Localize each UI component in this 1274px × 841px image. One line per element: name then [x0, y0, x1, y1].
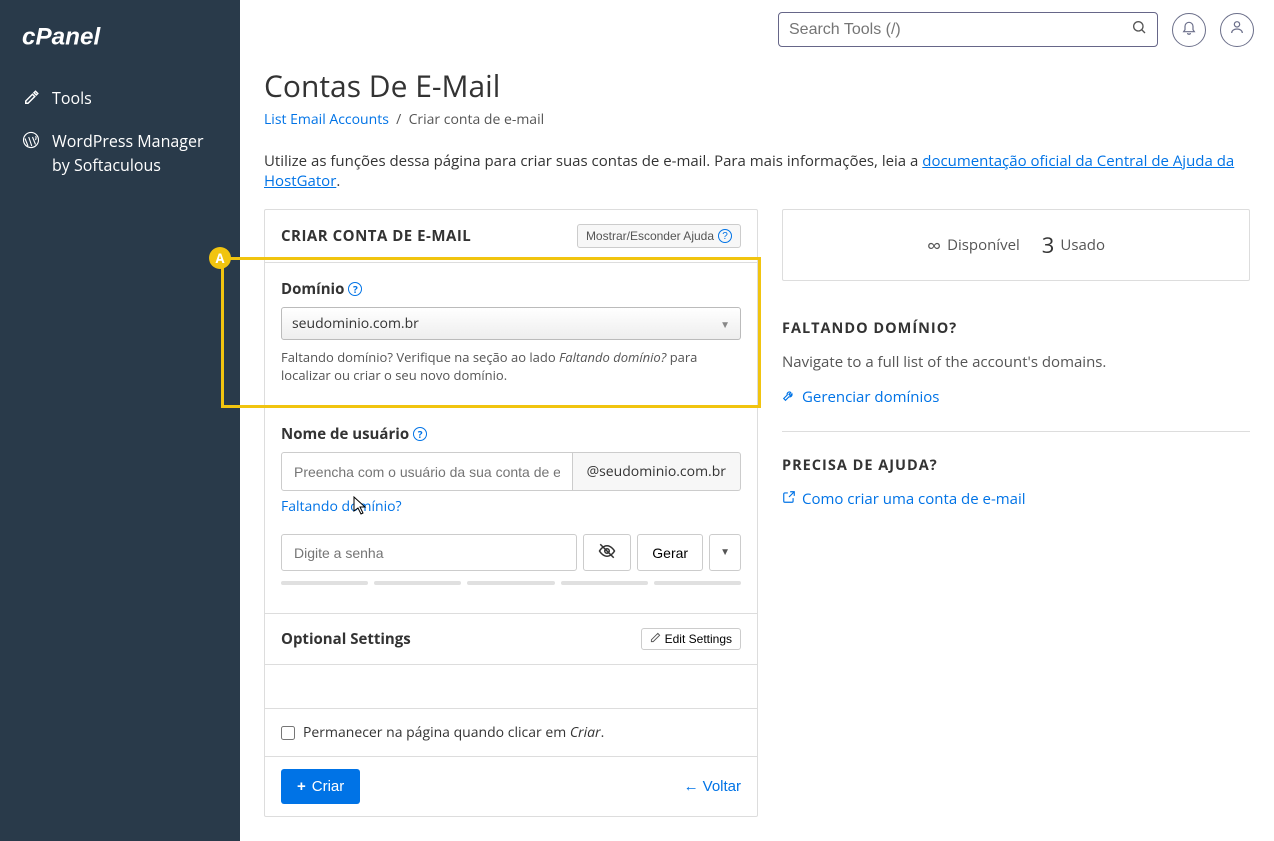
external-link-icon	[782, 489, 796, 509]
stay-on-page-checkbox[interactable]	[281, 726, 295, 740]
domain-select[interactable]: seudominio.com.br ▼	[281, 307, 741, 340]
stats-panel: ∞ Disponível 3 Usado	[782, 209, 1250, 281]
breadcrumb-link[interactable]: List Email Accounts	[264, 110, 389, 129]
panel-title: CRIAR CONTA DE E-MAIL	[281, 226, 471, 246]
manage-domains-link[interactable]: Gerenciar domínios	[782, 387, 1250, 407]
bell-icon	[1181, 19, 1197, 40]
sidebar-item-wordpress[interactable]: WordPress Manager by Softaculous	[0, 119, 240, 187]
divider	[782, 431, 1250, 432]
wrench-icon	[782, 387, 796, 407]
help-title: PRECISA DE AJUDA?	[782, 456, 1250, 475]
user-button[interactable]	[1220, 13, 1254, 47]
panel-header: CRIAR CONTA DE E-MAIL Mostrar/Esconder A…	[265, 210, 757, 263]
password-strength-meter	[281, 581, 741, 585]
used-stat: 3 Usado	[1042, 230, 1105, 260]
chevron-down-icon: ▼	[720, 317, 730, 331]
help-toggle-button[interactable]: Mostrar/Esconder Ajuda ?	[577, 224, 741, 248]
logo: cPanel	[0, 20, 240, 77]
used-value: 3	[1042, 230, 1055, 260]
password-input[interactable]	[281, 534, 577, 571]
page-description: Utilize as funções dessa página para cri…	[264, 151, 1250, 191]
panel-actions: + Criar ← Voltar	[265, 756, 757, 816]
arrow-left-icon: ←	[684, 778, 699, 795]
user-icon	[1229, 19, 1245, 40]
back-button[interactable]: ← Voltar	[684, 778, 741, 795]
help-icon: ?	[718, 229, 732, 243]
svg-text:cPanel: cPanel	[22, 23, 101, 50]
missing-domain-text: Navigate to a full list of the account's…	[782, 352, 1250, 373]
breadcrumb-sep: /	[393, 110, 409, 129]
highlight-badge: A	[209, 247, 231, 269]
username-input[interactable]	[281, 452, 573, 491]
missing-domain-link[interactable]: Faltando domínio?	[281, 497, 402, 516]
missing-domain-section: FALTANDO DOMÍNIO? Navigate to a full lis…	[782, 301, 1250, 425]
optional-settings-body	[265, 664, 757, 708]
wrench-icon	[22, 89, 40, 107]
domain-hint: Faltando domínio? Verifique na seção ao …	[281, 348, 741, 384]
username-suffix: @seudominio.com.br	[573, 452, 741, 491]
generate-password-button[interactable]: Gerar	[637, 534, 703, 571]
main: Contas De E-Mail List Email Accounts / C…	[240, 0, 1274, 841]
search-input[interactable]	[789, 21, 1131, 39]
search-box[interactable]	[778, 12, 1158, 47]
optional-settings-title: Optional Settings	[281, 629, 411, 649]
available-stat: ∞ Disponível	[927, 230, 1020, 260]
username-label: Nome de usuário	[281, 424, 409, 444]
edit-settings-button[interactable]: Edit Settings	[641, 628, 741, 650]
infinity-icon: ∞	[927, 232, 941, 259]
content: Contas De E-Mail List Email Accounts / C…	[240, 55, 1274, 841]
optional-settings-row: Optional Settings Edit Settings	[265, 613, 757, 664]
create-button[interactable]: + Criar	[281, 769, 360, 804]
topbar	[240, 0, 1274, 55]
missing-domain-title: FALTANDO DOMÍNIO?	[782, 319, 1250, 338]
breadcrumb: List Email Accounts / Criar conta de e-m…	[264, 110, 1250, 129]
help-section: PRECISA DE AJUDA? Como criar uma conta d…	[782, 438, 1250, 527]
help-icon[interactable]: ?	[413, 427, 427, 441]
notifications-button[interactable]	[1172, 13, 1206, 47]
username-section: Nome de usuário ? @seudominio.com.br Fal…	[265, 404, 757, 613]
show-password-button[interactable]	[583, 534, 631, 571]
cpanel-logo: cPanel	[22, 20, 134, 52]
stay-on-page-label: Permanecer na página quando clicar em Cr…	[303, 723, 604, 742]
domain-label: Domínio	[281, 279, 344, 299]
eye-off-icon	[598, 542, 616, 563]
password-options-button[interactable]: ▼	[709, 534, 741, 571]
page-title: Contas De E-Mail	[264, 65, 1250, 106]
help-link[interactable]: Como criar uma conta de e-mail	[782, 489, 1250, 509]
domain-value: seudominio.com.br	[292, 314, 419, 333]
sidebar-item-label: WordPress Manager by Softaculous	[52, 129, 218, 177]
plus-icon: +	[297, 778, 306, 795]
sidebar-item-tools[interactable]: Tools	[0, 77, 240, 119]
stay-on-page-row: Permanecer na página quando clicar em Cr…	[265, 708, 757, 756]
sidebar-item-label: Tools	[52, 87, 92, 109]
help-icon[interactable]: ?	[348, 282, 362, 296]
sidebar: cPanel Tools WordPress Manager by Softac…	[0, 0, 240, 841]
right-column: ∞ Disponível 3 Usado FALTANDO DOMÍNIO? N…	[782, 209, 1250, 527]
breadcrumb-current: Criar conta de e-mail	[409, 110, 545, 129]
pencil-icon	[650, 632, 661, 646]
search-icon	[1131, 19, 1147, 40]
create-email-panel: CRIAR CONTA DE E-MAIL Mostrar/Esconder A…	[264, 209, 758, 817]
chevron-down-icon: ▼	[720, 547, 730, 558]
domain-section: Domínio ? seudominio.com.br ▼ Faltando d…	[265, 263, 757, 404]
wordpress-icon	[22, 131, 40, 149]
